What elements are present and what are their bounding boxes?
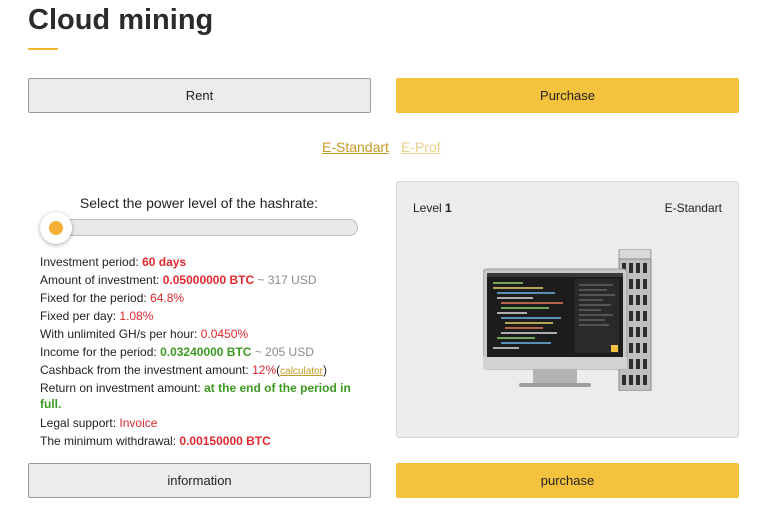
title-underline — [28, 48, 58, 50]
investment-amount-row: Amount of investment: 0.05000000 BTC ~ 3… — [40, 271, 360, 289]
cashback-value: 12% — [252, 363, 277, 377]
information-button[interactable]: information — [28, 463, 371, 498]
plan-preview-panel: Level 1 E-Standart — [396, 181, 739, 438]
panel-level: Level 1 — [413, 201, 452, 215]
income-usd: ~ 205 USD — [254, 345, 314, 359]
cashback-label: Cashback from the investment amount: — [40, 363, 249, 377]
tab-e-prof[interactable]: E-Prof — [401, 139, 441, 155]
panel-level-label: Level — [413, 201, 442, 215]
return-row: Return on investment amount: at the end … — [40, 380, 360, 412]
hashrate-slider-track[interactable] — [40, 219, 358, 236]
investment-amount-usd: ~ 317 USD — [257, 273, 317, 287]
investment-details: Investment period: 60 days Amount of inv… — [40, 253, 360, 450]
slider-thumb-dot — [49, 221, 63, 235]
min-withdrawal-value: 0.00150000 BTC — [179, 434, 271, 448]
panel-plan-name: E-Standart — [664, 201, 722, 215]
fixed-day-row: Fixed per day: 1.08% — [40, 307, 360, 325]
investment-amount-label: Amount of investment: — [40, 273, 160, 287]
investment-period-value: 60 days — [142, 255, 187, 269]
fixed-period-row: Fixed for the period: 64.8% — [40, 289, 360, 307]
investment-period-label: Investment period: — [40, 255, 139, 269]
purchase-button[interactable]: purchase — [396, 463, 739, 498]
legal-support-row: Legal support: Invoice — [40, 414, 360, 432]
fixed-period-value: 64.8% — [150, 291, 185, 305]
fixed-period-label: Fixed for the period: — [40, 291, 147, 305]
unlimited-rate-row: With unlimited GH/s per hour: 0.0450% — [40, 325, 360, 343]
min-withdrawal-row: The minimum withdrawal: 0.00150000 BTC — [40, 432, 360, 450]
cashback-row: Cashback from the investment amount: 12%… — [40, 363, 327, 377]
calculator-link[interactable]: calculator — [280, 366, 323, 377]
plan-tabs: E-Standart E-Prof — [322, 139, 441, 155]
mining-computer-image — [483, 249, 652, 391]
investment-amount-btc: 0.05000000 BTC — [162, 273, 255, 287]
slider-title: Select the power level of the hashrate: — [79, 195, 319, 211]
unlimited-rate-value: 0.0450% — [200, 327, 249, 341]
return-label: Return on investment amount: — [40, 381, 201, 395]
hashrate-slider-thumb[interactable] — [40, 212, 72, 244]
rent-button[interactable]: Rent — [28, 78, 371, 113]
legal-support-label: Legal support: — [40, 416, 117, 430]
income-btc: 0.03240000 BTC — [160, 345, 252, 359]
income-label: Income for the period: — [40, 345, 157, 359]
fixed-day-value: 1.08% — [119, 309, 154, 323]
purchase-mode-button[interactable]: Purchase — [396, 78, 739, 113]
page-title: Cloud mining — [28, 4, 214, 36]
panel-level-value: 1 — [445, 201, 452, 215]
min-withdrawal-label: The minimum withdrawal: — [40, 434, 177, 448]
unlimited-rate-label: With unlimited GH/s per hour: — [40, 327, 198, 341]
income-row: Income for the period: 0.03240000 BTC ~ … — [40, 343, 360, 361]
legal-support-value: Invoice — [119, 416, 158, 430]
tab-e-standart[interactable]: E-Standart — [322, 139, 389, 155]
fixed-day-label: Fixed per day: — [40, 309, 117, 323]
investment-period-row: Investment period: 60 days — [40, 253, 360, 271]
